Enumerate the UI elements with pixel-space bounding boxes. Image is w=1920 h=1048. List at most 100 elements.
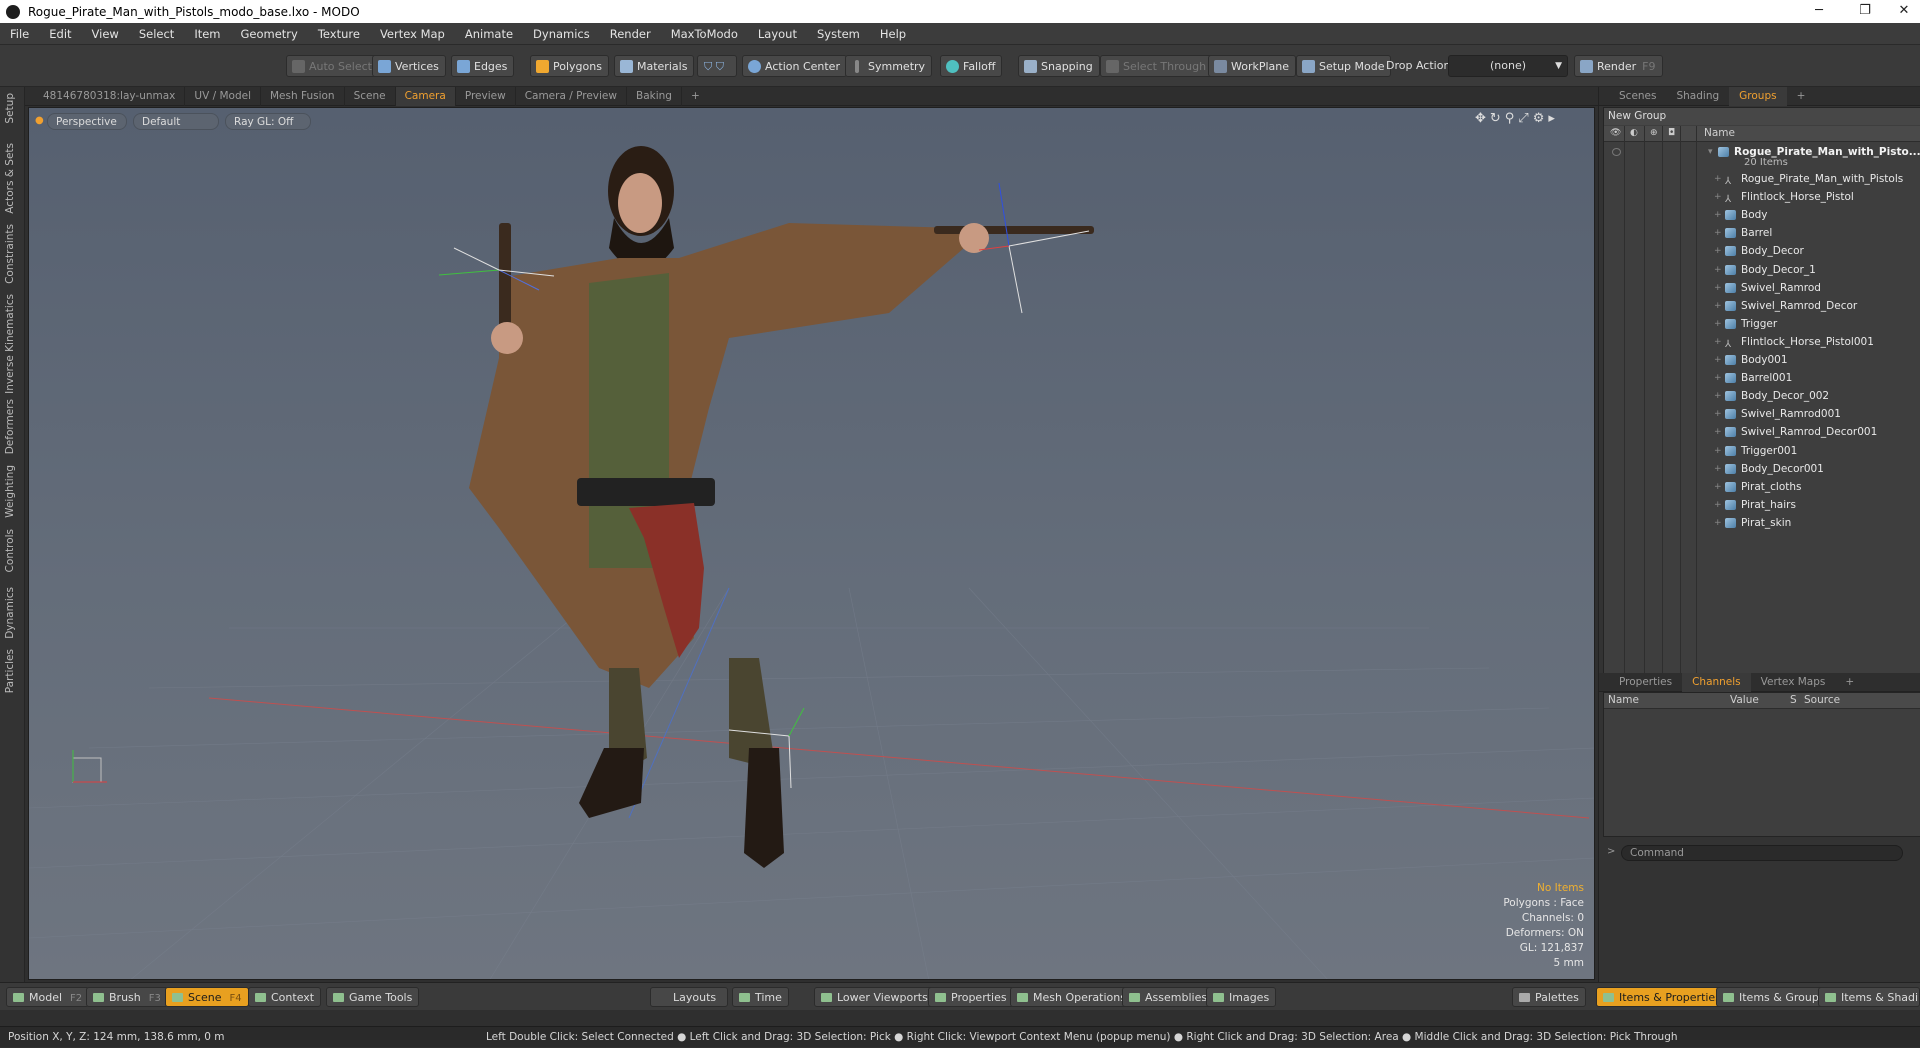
polygons-button[interactable]: Polygons xyxy=(530,55,609,77)
command-input[interactable]: Command xyxy=(1621,845,1903,861)
group-item-row[interactable]: + ⅄ Rogue_Pirate_Man_with_Pistols xyxy=(1604,170,1920,188)
vertices-button[interactable]: Vertices xyxy=(372,55,446,77)
expand-icon[interactable]: + xyxy=(1714,478,1722,496)
falloff-button[interactable]: Falloff xyxy=(940,55,1003,77)
symmetry-shield-buttons[interactable]: ⛉ ⛉ xyxy=(697,55,737,77)
expand-icon[interactable]: + xyxy=(1714,333,1722,351)
group-item-row[interactable]: + Swivel_Ramrod_Decor001 xyxy=(1604,423,1920,441)
expand-icon[interactable]: + xyxy=(1714,442,1722,460)
group-item-row[interactable]: + ⅄ Flintlock_Horse_Pistol xyxy=(1604,188,1920,206)
tab-groups[interactable]: Groups xyxy=(1729,86,1787,106)
menu-render[interactable]: Render xyxy=(600,27,661,41)
brush-layout-button[interactable]: Brush F3 xyxy=(86,987,168,1007)
close-button[interactable]: ✕ xyxy=(1888,0,1920,23)
edges-button[interactable]: Edges xyxy=(451,55,515,77)
tab-preview[interactable]: Preview xyxy=(456,86,516,106)
menu-layout[interactable]: Layout xyxy=(748,27,807,41)
menu-system[interactable]: System xyxy=(807,27,870,41)
menu-item[interactable]: Item xyxy=(184,27,230,41)
expand-icon[interactable]: + xyxy=(1714,315,1722,333)
tab-inverse-kinematics[interactable]: Inverse Kinematics xyxy=(4,294,16,394)
tab-scene[interactable]: Scene xyxy=(345,86,396,106)
expand-icon[interactable]: + xyxy=(1714,460,1722,478)
expand-icon[interactable]: + xyxy=(1714,206,1722,224)
snapping-button[interactable]: Snapping xyxy=(1018,55,1100,77)
items-groups-button[interactable]: Items & Groups xyxy=(1716,987,1832,1007)
tab-shading[interactable]: Shading xyxy=(1666,87,1729,106)
expand-icon[interactable]: + xyxy=(1714,297,1722,315)
properties-button[interactable]: Properties xyxy=(928,987,1014,1007)
group-item-row[interactable]: + Body001 xyxy=(1604,351,1920,369)
new-group-button[interactable]: New Group xyxy=(1604,108,1920,125)
lock-column-icon[interactable]: ⊕ xyxy=(1650,128,1658,138)
tab-dynamics[interactable]: Dynamics xyxy=(4,587,16,639)
group-item-row[interactable]: + Swivel_Ramrod001 xyxy=(1604,405,1920,423)
tab-weighting[interactable]: Weighting xyxy=(4,465,16,518)
menu-edit[interactable]: Edit xyxy=(39,27,81,41)
visibility-toggle[interactable] xyxy=(1612,148,1621,156)
expand-icon[interactable]: + xyxy=(1714,188,1722,206)
tab-uv-model[interactable]: UV / Model xyxy=(185,86,261,106)
menu-file[interactable]: File xyxy=(0,27,39,41)
expand-icon[interactable]: + xyxy=(1714,170,1722,188)
group-item-row[interactable]: + Swivel_Ramrod_Decor xyxy=(1604,297,1920,315)
group-item-row[interactable]: + Trigger001 xyxy=(1604,442,1920,460)
group-item-row[interactable]: + Body xyxy=(1604,206,1920,224)
expand-icon[interactable]: + xyxy=(1714,351,1722,369)
tab-controls[interactable]: Controls xyxy=(4,529,16,572)
tab-setup[interactable]: Setup xyxy=(4,93,16,124)
tab-layout-unmax[interactable]: 48146780318:lay-unmax xyxy=(25,86,186,106)
menu-geometry[interactable]: Geometry xyxy=(231,27,308,41)
tab-properties[interactable]: Properties xyxy=(1599,673,1682,692)
model-layout-button[interactable]: Model F2 xyxy=(6,987,90,1007)
restore-button[interactable]: ❐ xyxy=(1842,0,1888,23)
layouts-button[interactable]: Layouts xyxy=(650,987,728,1007)
group-item-row[interactable]: + Body_Decor_002 xyxy=(1604,387,1920,405)
add-tab-button[interactable]: + xyxy=(1787,87,1816,106)
expand-icon[interactable]: + xyxy=(1714,279,1722,297)
tab-scenes[interactable]: Scenes xyxy=(1599,87,1666,106)
menu-texture[interactable]: Texture xyxy=(308,27,370,41)
group-item-row[interactable]: + Pirat_hairs xyxy=(1604,496,1920,514)
group-item-row[interactable]: + Swivel_Ramrod xyxy=(1604,279,1920,297)
render-button[interactable]: Render F9 xyxy=(1574,55,1663,77)
menu-help[interactable]: Help xyxy=(870,27,916,41)
menu-animate[interactable]: Animate xyxy=(455,27,523,41)
images-button[interactable]: Images xyxy=(1206,987,1277,1007)
tab-camera[interactable]: Camera xyxy=(395,86,456,106)
setup-mode-button[interactable]: Setup Mode xyxy=(1296,55,1392,77)
context-layout-button[interactable]: Context xyxy=(248,987,322,1007)
add-tab-button[interactable]: + xyxy=(682,87,709,106)
mesh-operations-button[interactable]: Mesh Operations xyxy=(1010,987,1133,1007)
expand-icon[interactable]: + xyxy=(1714,423,1722,441)
group-item-row[interactable]: + Pirat_skin xyxy=(1604,514,1920,532)
tab-mesh-fusion[interactable]: Mesh Fusion xyxy=(261,86,345,106)
expand-icon[interactable]: + xyxy=(1714,496,1722,514)
tab-particles[interactable]: Particles xyxy=(4,649,16,693)
auto-select-button[interactable]: Auto Select xyxy=(286,55,379,77)
scene-layout-button[interactable]: Scene F4 xyxy=(165,987,249,1007)
group-item-row[interactable]: + Barrel xyxy=(1604,224,1920,242)
group-item-row[interactable]: + Body_Decor001 xyxy=(1604,460,1920,478)
tab-camera-preview[interactable]: Camera / Preview xyxy=(516,86,627,106)
group-item-row[interactable]: + ⅄ Flintlock_Horse_Pistol001 xyxy=(1604,333,1920,351)
select-through-button[interactable]: Select Through xyxy=(1100,55,1214,77)
palettes-button[interactable]: Palettes xyxy=(1512,987,1586,1007)
time-button[interactable]: Time xyxy=(732,987,789,1007)
menu-dynamics[interactable]: Dynamics xyxy=(523,27,600,41)
select-column-icon[interactable]: ◘ xyxy=(1668,128,1675,138)
items-properties-button[interactable]: Items & Properties xyxy=(1596,987,1728,1007)
items-shading-button[interactable]: Items & Shading xyxy=(1818,987,1920,1007)
group-item-row[interactable]: + Barrel001 xyxy=(1604,369,1920,387)
render-column-icon[interactable]: ◐ xyxy=(1630,128,1638,138)
tab-constraints[interactable]: Constraints xyxy=(4,224,16,284)
visibility-column-icon[interactable]: 👁 xyxy=(1610,128,1621,138)
group-item-row[interactable]: + Body_Decor xyxy=(1604,242,1920,260)
expand-icon[interactable]: + xyxy=(1714,387,1722,405)
expand-icon[interactable]: + xyxy=(1714,261,1722,279)
symmetry-button[interactable]: Symmetry xyxy=(845,55,933,77)
expand-icon[interactable]: + xyxy=(1714,242,1722,260)
tab-deformers[interactable]: Deformers xyxy=(4,399,16,454)
group-item-row[interactable]: + Trigger xyxy=(1604,315,1920,333)
menu-select[interactable]: Select xyxy=(129,27,184,41)
